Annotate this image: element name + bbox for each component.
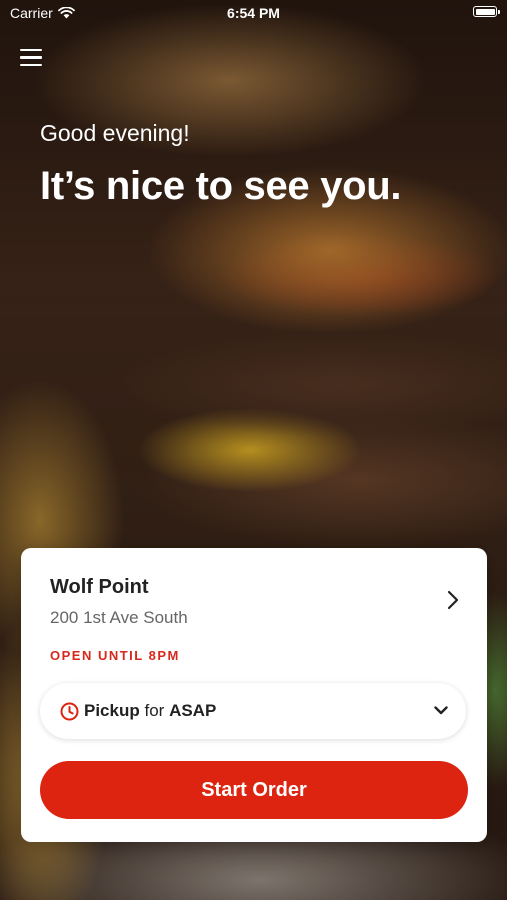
start-order-button[interactable]: Start Order (40, 761, 468, 819)
order-type-label: Pickup (84, 701, 140, 720)
hamburger-icon[interactable] (20, 49, 42, 67)
pickup-time-selector[interactable]: Pickup for ASAP (40, 683, 466, 739)
location-name: Wolf Point (50, 576, 149, 598)
chevron-down-icon (434, 706, 448, 715)
order-connector-label: for (144, 701, 165, 720)
app-screen: Carrier 6:54 PM Good evening! It’s nice … (0, 0, 507, 900)
location-selector[interactable]: Wolf Point 200 1st Ave South (21, 548, 487, 627)
hours-status: OPEN UNTIL 8PM (50, 648, 180, 663)
status-time: 6:54 PM (227, 5, 280, 21)
location-card: Wolf Point 200 1st Ave South OPEN UNTIL … (21, 548, 487, 842)
status-bar: Carrier 6:54 PM (0, 0, 507, 28)
chevron-right-icon (447, 590, 459, 610)
clock-icon (60, 702, 79, 721)
headline-text: It’s nice to see you. (40, 164, 402, 208)
order-time-label: ASAP (169, 701, 217, 720)
pickup-summary: Pickup for ASAP (84, 701, 216, 721)
greeting-text: Good evening! (40, 120, 190, 146)
battery-icon (473, 6, 500, 17)
location-address: 200 1st Ave South (50, 608, 188, 627)
